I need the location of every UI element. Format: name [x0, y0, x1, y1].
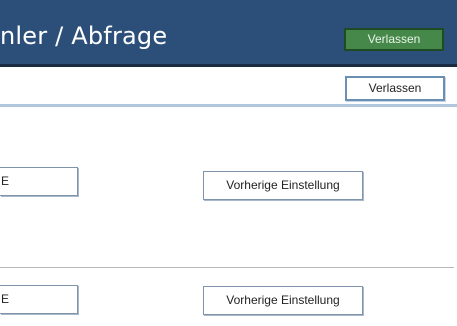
previous-setting-button-2[interactable]: Vorherige Einstellung: [203, 286, 363, 315]
section-divider: [0, 267, 454, 268]
setting-field-2[interactable]: E: [0, 285, 78, 314]
screen-title: nler / Abfrage: [0, 22, 168, 50]
title-bar: nler / Abfrage Verlassen: [0, 0, 457, 64]
header-exit-button[interactable]: Verlassen: [344, 28, 444, 51]
previous-setting-button-1[interactable]: Vorherige Einstellung: [203, 171, 363, 200]
exit-button[interactable]: Verlassen: [345, 76, 445, 101]
toolbar: Verlassen: [0, 67, 457, 107]
setting-field-1[interactable]: E: [0, 167, 78, 196]
